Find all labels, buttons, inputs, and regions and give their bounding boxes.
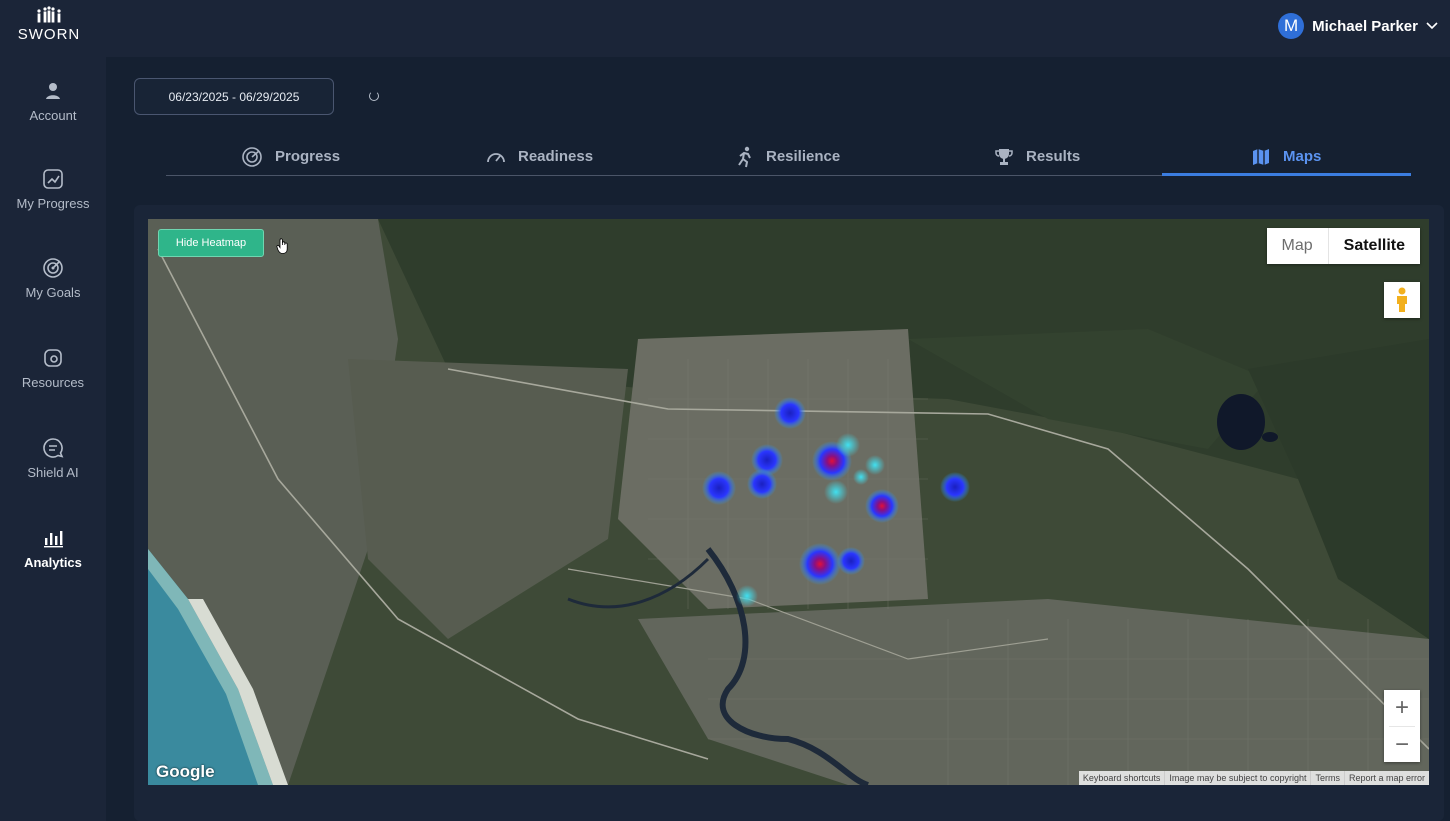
user-name: Michael Parker: [1312, 17, 1418, 35]
map-panel: Hide Heatmap Map Satellite + − Google Ke…: [134, 205, 1444, 821]
tab-label: Resilience: [766, 148, 841, 165]
target-icon: [43, 258, 63, 278]
tab-resilience[interactable]: Resilience: [736, 137, 840, 176]
tab-label: Readiness: [518, 148, 594, 165]
sidebar-item-analytics[interactable]: Analytics: [0, 527, 106, 597]
top-bar: SWORN M Michael Parker: [0, 0, 1450, 57]
loading-spinner-icon: [369, 91, 379, 101]
map-type-map-button[interactable]: Map: [1267, 228, 1328, 264]
avatar: M: [1278, 13, 1305, 39]
street-view-pegman-button[interactable]: [1384, 282, 1420, 318]
tab-label: Maps: [1283, 148, 1322, 165]
tab-progress[interactable]: Progress: [241, 137, 340, 176]
satellite-map[interactable]: Hide Heatmap Map Satellite + − Google Ke…: [148, 219, 1429, 785]
trophy-icon: [995, 148, 1013, 165]
zoom-control: + −: [1384, 690, 1420, 762]
tab-readiness[interactable]: Readiness: [486, 137, 593, 176]
sidebar-item-label: My Progress: [16, 196, 90, 211]
map-icon: [1253, 148, 1269, 165]
sidebar-item-label: My Goals: [25, 285, 81, 300]
google-logo: Google: [156, 762, 215, 781]
sidebar-item-shield-ai[interactable]: Shield AI: [0, 437, 106, 507]
satellite-imagery: [148, 219, 1429, 785]
gauge-icon: [487, 152, 505, 162]
copyright-notice: Image may be subject to copyright: [1164, 771, 1310, 785]
tab-label: Progress: [275, 148, 341, 165]
tab-label: Results: [1026, 148, 1081, 165]
runner-icon: [738, 146, 751, 167]
sidebar-item-label: Resources: [21, 375, 85, 390]
sidebar-item-my-progress[interactable]: My Progress: [0, 168, 106, 238]
analytics-tabs: Progress Readiness Resilience Results Ma…: [166, 137, 1411, 176]
terms-link[interactable]: Terms: [1310, 771, 1344, 785]
pegman-icon: [1397, 287, 1407, 312]
bar-chart-icon: [44, 531, 63, 548]
zoom-in-button[interactable]: +: [1384, 690, 1420, 726]
user-menu[interactable]: M Michael Parker: [1278, 12, 1438, 40]
brand-name: SWORN: [17, 26, 81, 43]
resources-icon: [44, 349, 62, 367]
sworn-logo[interactable]: SWORN: [14, 6, 84, 46]
tab-results[interactable]: Results: [994, 137, 1080, 176]
keyboard-shortcuts-link[interactable]: Keyboard shortcuts: [1079, 771, 1165, 785]
chat-icon: [43, 438, 64, 458]
sidebar-item-label: Shield AI: [27, 465, 79, 480]
zoom-out-button[interactable]: −: [1384, 727, 1420, 763]
chart-up-icon: [43, 169, 63, 189]
sidebar-item-label: Analytics: [24, 555, 82, 570]
hide-heatmap-button[interactable]: Hide Heatmap: [158, 229, 264, 257]
map-attribution: Keyboard shortcuts Image may be subject …: [1078, 771, 1429, 785]
sidebar-item-resources[interactable]: Resources: [0, 347, 106, 417]
date-range-picker[interactable]: 06/23/2025 - 06/29/2025: [134, 78, 334, 115]
main-content: 06/23/2025 - 06/29/2025 Progress Readine…: [106, 57, 1450, 821]
hand-cursor-icon: [276, 238, 288, 254]
tab-maps[interactable]: Maps: [1251, 137, 1321, 176]
report-map-error-link[interactable]: Report a map error: [1343, 771, 1429, 785]
map-type-satellite-button[interactable]: Satellite: [1327, 228, 1420, 264]
active-tab-indicator: [1162, 173, 1411, 176]
sidebar-item-account[interactable]: Account: [0, 80, 106, 150]
sworn-logo-icon: [37, 6, 61, 23]
person-icon: [46, 83, 60, 99]
sidebar-item-my-goals[interactable]: My Goals: [0, 257, 106, 327]
sidebar-item-label: Account: [29, 108, 77, 123]
map-type-control: Map Satellite: [1266, 228, 1420, 264]
sidebar: Account My Progress My Goals Resources S…: [0, 57, 106, 821]
chevron-down-icon: [1426, 22, 1438, 30]
radar-icon: [242, 146, 262, 167]
